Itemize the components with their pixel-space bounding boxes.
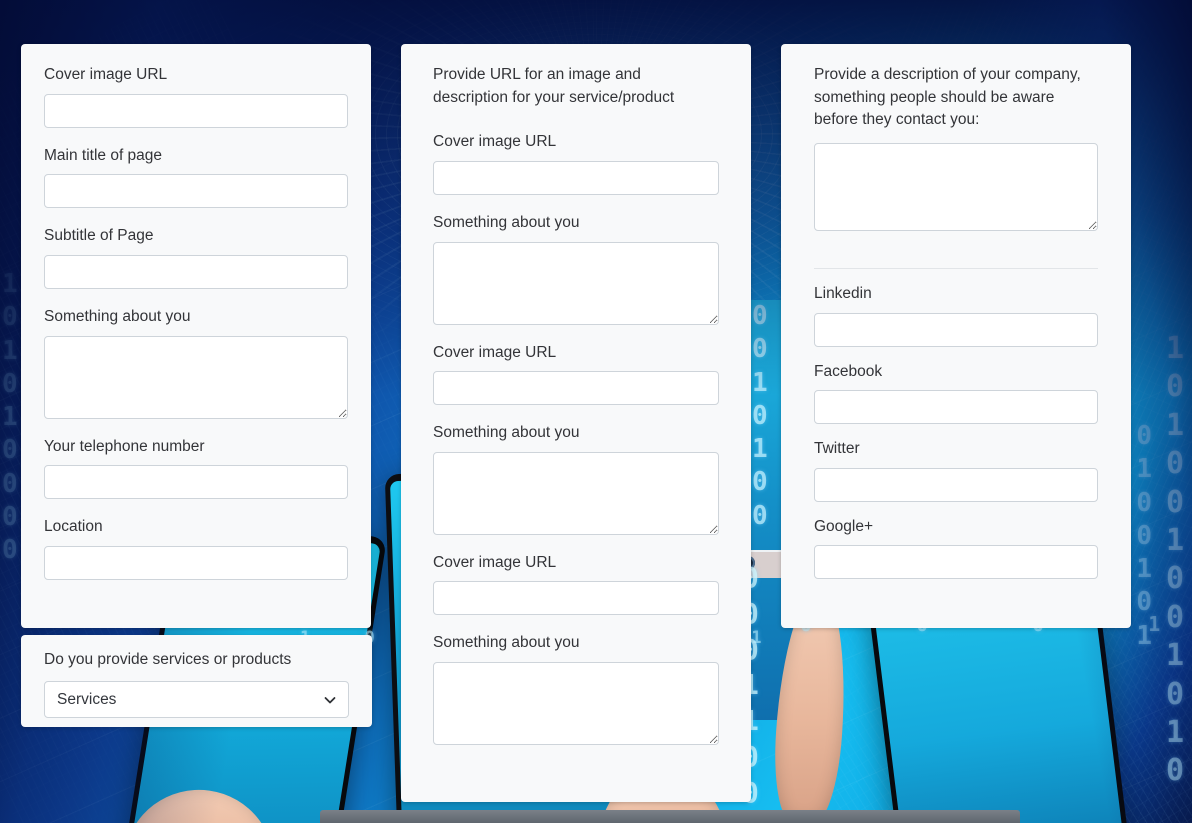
textarea-item3-about[interactable] <box>433 662 719 745</box>
input-item2-cover-url[interactable] <box>433 371 719 406</box>
field-twitter: Twitter <box>814 438 1098 502</box>
heading-company-description: Provide a description of your company, s… <box>814 66 1081 129</box>
textarea-item1-about[interactable] <box>433 241 719 325</box>
input-subtitle[interactable] <box>44 254 348 289</box>
field-item3-cover-url: Cover image URL <box>433 552 719 616</box>
select-services-or-products[interactable]: ServicesProducts <box>44 680 349 718</box>
input-cover-image-url[interactable] <box>44 93 348 128</box>
input-main-title[interactable] <box>44 174 348 209</box>
field-telephone: Your telephone number <box>44 436 348 500</box>
label-item1-cover-url: Cover image URL <box>433 133 557 151</box>
section-divider <box>814 267 1098 269</box>
input-twitter[interactable] <box>814 467 1098 502</box>
input-telephone[interactable] <box>44 465 348 500</box>
field-item1-cover-url: Cover image URL <box>433 131 719 195</box>
field-about-you: Something about you <box>44 306 348 419</box>
label-item3-cover-url: Cover image URL <box>433 553 557 571</box>
label-item2-cover-url: Cover image URL <box>433 343 557 361</box>
label-subtitle: Subtitle of Page <box>44 227 154 245</box>
page-root: 1 0 1 0 1 0 0 0 0 0 1 0 1 0 1 0 0 1 0 1 … <box>0 0 1192 823</box>
label-googleplus: Google+ <box>814 517 874 535</box>
label-main-title: Main title of page <box>44 146 163 164</box>
page-settings-card: Cover image URL Main title of page Subti… <box>21 44 371 628</box>
textarea-about-you[interactable] <box>44 335 348 419</box>
field-main-title: Main title of page <box>44 145 348 209</box>
services-or-products-card: Do you provide services or products Serv… <box>21 635 372 727</box>
label-item2-about: Something about you <box>433 424 580 442</box>
field-item3-about: Something about you <box>433 632 719 745</box>
label-item3-about: Something about you <box>433 634 580 652</box>
label-cover-image-url: Cover image URL <box>44 66 168 83</box>
field-linkedin: Linkedin <box>814 283 1098 347</box>
textarea-company-description[interactable] <box>814 142 1098 231</box>
textarea-item2-about[interactable] <box>433 451 719 535</box>
label-location: Location <box>44 518 103 536</box>
input-facebook[interactable] <box>814 390 1098 425</box>
label-services-or-products: Do you provide services or products <box>44 651 292 668</box>
field-item1-about: Something about you <box>433 212 719 325</box>
service-items-card: Provide URL for an image and description… <box>401 44 751 802</box>
heading-service-items: Provide URL for an image and description… <box>433 66 675 106</box>
input-item3-cover-url[interactable] <box>433 581 719 616</box>
field-location: Location <box>44 516 348 580</box>
input-googleplus[interactable] <box>814 545 1098 580</box>
label-facebook: Facebook <box>814 362 883 380</box>
field-subtitle: Subtitle of Page <box>44 225 348 289</box>
input-linkedin[interactable] <box>814 312 1098 347</box>
field-item2-about: Something about you <box>433 422 719 535</box>
label-linkedin: Linkedin <box>814 284 872 302</box>
label-about-you: Something about you <box>44 307 191 325</box>
input-item1-cover-url[interactable] <box>433 160 719 195</box>
label-telephone: Your telephone number <box>44 437 205 455</box>
services-select-wrapper: ServicesProducts <box>44 680 349 718</box>
field-googleplus: Google+ <box>814 516 1098 580</box>
label-item1-about: Something about you <box>433 213 580 231</box>
field-item2-cover-url: Cover image URL <box>433 342 719 406</box>
field-cover-image-url: Cover image URL <box>44 64 348 128</box>
field-facebook: Facebook <box>814 361 1098 425</box>
company-and-social-card: Provide a description of your company, s… <box>781 44 1131 628</box>
input-location[interactable] <box>44 545 348 580</box>
label-twitter: Twitter <box>814 440 860 458</box>
